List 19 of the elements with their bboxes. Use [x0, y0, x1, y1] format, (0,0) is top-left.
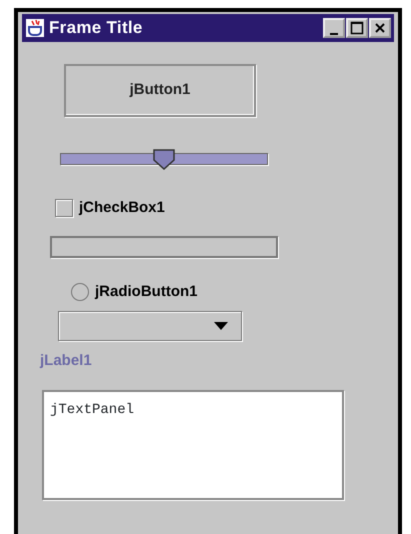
app-icon: [25, 18, 45, 38]
combo-box[interactable]: [58, 311, 242, 341]
checkbox[interactable]: jCheckBox1: [55, 197, 165, 220]
text-panel[interactable]: jTextPanel: [42, 390, 344, 500]
maximize-icon: [350, 21, 364, 35]
minimize-button[interactable]: [323, 18, 345, 38]
slider-track[interactable]: [60, 153, 268, 165]
panel-text: jTextPanel: [50, 402, 134, 418]
push-button[interactable]: jButton1: [64, 64, 256, 117]
close-button[interactable]: [369, 18, 391, 38]
close-icon: [374, 22, 386, 34]
dropdown-arrow-icon: [213, 321, 229, 331]
maximize-button[interactable]: [346, 18, 368, 38]
radio-button[interactable]: jRadioButton1: [71, 280, 198, 303]
window-title: Frame Title: [49, 17, 144, 40]
slider-thumb[interactable]: [153, 148, 175, 170]
label-text: jLabel1: [40, 351, 92, 371]
minimize-icon: [330, 33, 338, 35]
text-field[interactable]: [50, 236, 278, 258]
